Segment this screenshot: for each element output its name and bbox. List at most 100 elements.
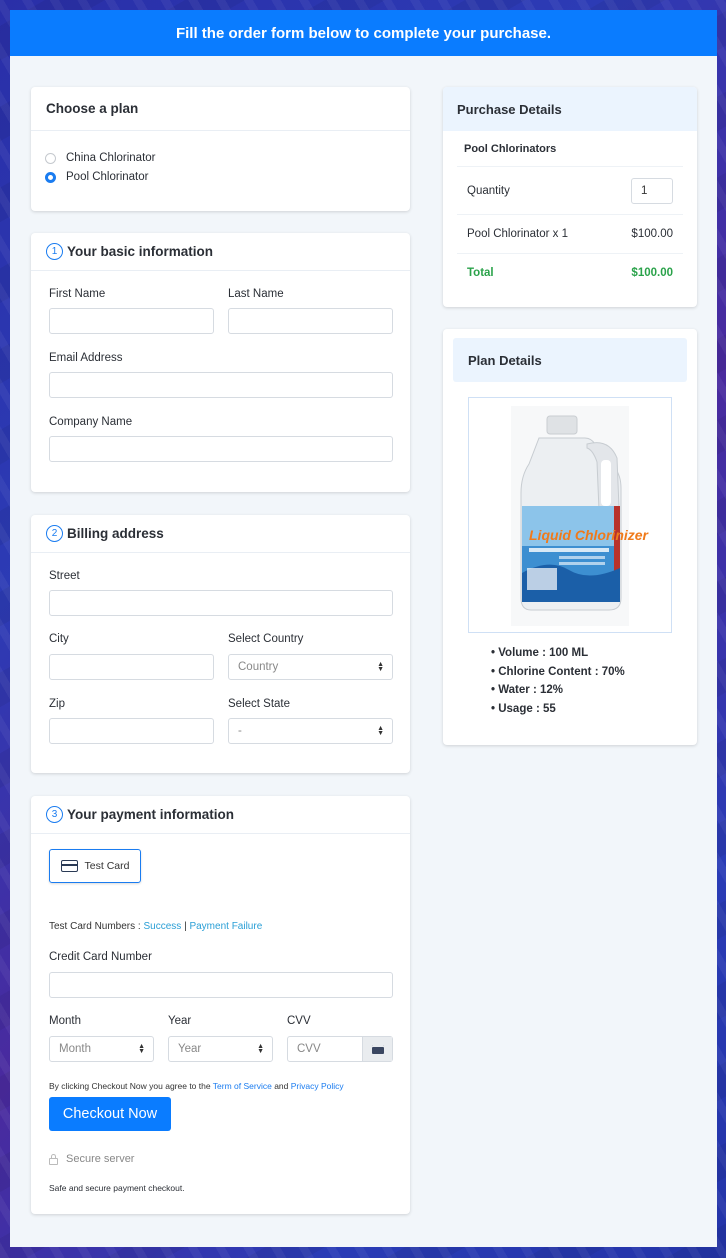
street-input[interactable]: [49, 590, 393, 616]
billing-heading: 2 Billing address: [31, 515, 410, 553]
purchase-details-heading: Purchase Details: [443, 87, 697, 131]
section-title: Your basic information: [67, 244, 214, 259]
step-number-icon: 3: [46, 806, 63, 823]
month-label: Month: [49, 1015, 81, 1027]
state-select[interactable]: - ▲ ▼: [228, 718, 393, 744]
first-name-label: First Name: [49, 288, 106, 300]
total-row: Total $100.00: [457, 254, 683, 292]
year-select-value: Year: [178, 1043, 202, 1055]
cvv-input[interactable]: CVV: [287, 1036, 393, 1062]
payment-card: 3 Your payment information Test Card Tes…: [31, 796, 410, 1214]
quantity-input[interactable]: 1: [631, 177, 673, 204]
radio-unchecked[interactable]: [45, 152, 56, 164]
test-numbers-prefix: Test Card Numbers :: [49, 921, 144, 932]
plan-details-card: Plan Details Liquid Chlorinizer Volume :: [443, 329, 697, 745]
spec-item: Usage : 55: [491, 703, 625, 722]
section-title: Your payment information: [67, 807, 235, 822]
credit-card-input[interactable]: [49, 972, 393, 998]
product-label-text: Liquid Chlorinizer: [529, 527, 650, 543]
cvv-label: CVV: [287, 1015, 311, 1027]
test-card-numbers: Test Card Numbers : Success | Payment Fa…: [49, 921, 262, 932]
lock-icon: [49, 1153, 58, 1165]
spec-item: Chlorine Content : 70%: [491, 666, 625, 685]
line-item-price: $100.00: [631, 228, 673, 240]
last-name-input[interactable]: [228, 308, 393, 334]
plan-specs-list: Volume : 100 ML Chlorine Content : 70% W…: [491, 647, 625, 722]
select-arrows-icon: ▲ ▼: [138, 1043, 145, 1055]
cvv-placeholder: CVV: [297, 1043, 321, 1055]
step-number-icon: 2: [46, 525, 63, 542]
select-arrows-icon: ▲ ▼: [257, 1043, 264, 1055]
country-select[interactable]: Country ▲ ▼: [228, 654, 393, 680]
plan-details-heading: Plan Details: [453, 338, 687, 382]
country-select-value: Country: [238, 661, 279, 673]
quantity-label: Quantity: [467, 184, 510, 197]
city-label: City: [49, 633, 69, 645]
test-card-option[interactable]: Test Card: [49, 849, 141, 883]
month-select[interactable]: Month ▲ ▼: [49, 1036, 154, 1062]
section-title: Billing address: [67, 526, 164, 541]
terms-text: By clicking Checkout Now you agree to th…: [49, 1081, 344, 1091]
line-item-label: Pool Chlorinator x 1: [467, 228, 568, 240]
month-select-value: Month: [59, 1043, 91, 1055]
plan-option-china[interactable]: China Chlorinator: [45, 152, 156, 164]
spec-item: Water : 12%: [491, 684, 625, 703]
link-separator: |: [184, 921, 187, 932]
order-form-container: Fill the order form below to complete yo…: [10, 10, 717, 1247]
plan-option-label: Pool Chlorinator: [66, 171, 149, 183]
cvv-card-icon: [362, 1037, 392, 1061]
terms-prefix: By clicking Checkout Now you agree to th…: [49, 1081, 213, 1091]
choose-plan-card: Choose a plan China Chlorinator Pool Chl…: [31, 87, 410, 211]
last-name-label: Last Name: [228, 288, 284, 300]
basic-info-heading: 1 Your basic information: [31, 233, 410, 271]
country-label: Select Country: [228, 633, 304, 645]
company-input[interactable]: [49, 436, 393, 462]
product-group-title: Pool Chlorinators: [457, 131, 683, 167]
year-select[interactable]: Year ▲ ▼: [168, 1036, 273, 1062]
select-arrows-icon: ▲ ▼: [377, 661, 384, 673]
credit-card-label: Credit Card Number: [49, 951, 152, 963]
plan-option-pool[interactable]: Pool Chlorinator: [45, 171, 148, 183]
first-name-input[interactable]: [49, 308, 214, 334]
zip-label: Zip: [49, 698, 65, 710]
page-banner: Fill the order form below to complete yo…: [10, 10, 717, 56]
email-label: Email Address: [49, 352, 123, 364]
quantity-row: Quantity 1: [457, 167, 683, 215]
checkout-now-button[interactable]: Checkout Now: [49, 1097, 171, 1131]
safe-checkout-note: Safe and secure payment checkout.: [49, 1183, 185, 1193]
credit-card-icon: [60, 860, 78, 872]
state-select-value: -: [238, 725, 242, 737]
company-label: Company Name: [49, 416, 133, 428]
secure-server: Secure server: [49, 1153, 134, 1165]
success-link[interactable]: Success: [143, 921, 181, 932]
total-label: Total: [467, 267, 494, 279]
secure-server-label: Secure server: [66, 1153, 135, 1165]
basic-info-card: 1 Your basic information First Name Last…: [31, 233, 410, 492]
city-input[interactable]: [49, 654, 214, 680]
terms-of-service-link[interactable]: Term of Service: [213, 1081, 272, 1091]
privacy-policy-link[interactable]: Privacy Policy: [291, 1081, 344, 1091]
step-number-icon: 1: [46, 243, 63, 260]
product-image-frame: Liquid Chlorinizer: [468, 397, 672, 633]
test-card-label: Test Card: [84, 860, 130, 872]
payment-heading: 3 Your payment information: [31, 796, 410, 834]
terms-and: and: [271, 1081, 291, 1091]
choose-plan-heading: Choose a plan: [31, 87, 410, 131]
plan-option-label: China Chlorinator: [66, 152, 156, 164]
purchase-details-card: Purchase Details Pool Chlorinators Quant…: [443, 87, 697, 307]
street-label: Street: [49, 570, 80, 582]
spec-item: Volume : 100 ML: [491, 647, 625, 666]
payment-failure-link[interactable]: Payment Failure: [189, 921, 262, 932]
year-label: Year: [168, 1015, 192, 1027]
radio-checked[interactable]: [45, 171, 56, 183]
select-arrows-icon: ▲ ▼: [377, 725, 384, 737]
email-input[interactable]: [49, 372, 393, 398]
billing-card: 2 Billing address Street City Select Cou…: [31, 515, 410, 773]
total-value: $100.00: [631, 267, 673, 279]
zip-input[interactable]: [49, 718, 214, 744]
line-item-row: Pool Chlorinator x 1 $100.00: [457, 215, 683, 254]
chlorinator-jug-image: Liquid Chlorinizer: [511, 406, 650, 626]
product-group-label: Pool Chlorinators: [464, 142, 557, 155]
state-label: Select State: [228, 698, 291, 710]
banner-title: Fill the order form below to complete yo…: [175, 24, 552, 42]
